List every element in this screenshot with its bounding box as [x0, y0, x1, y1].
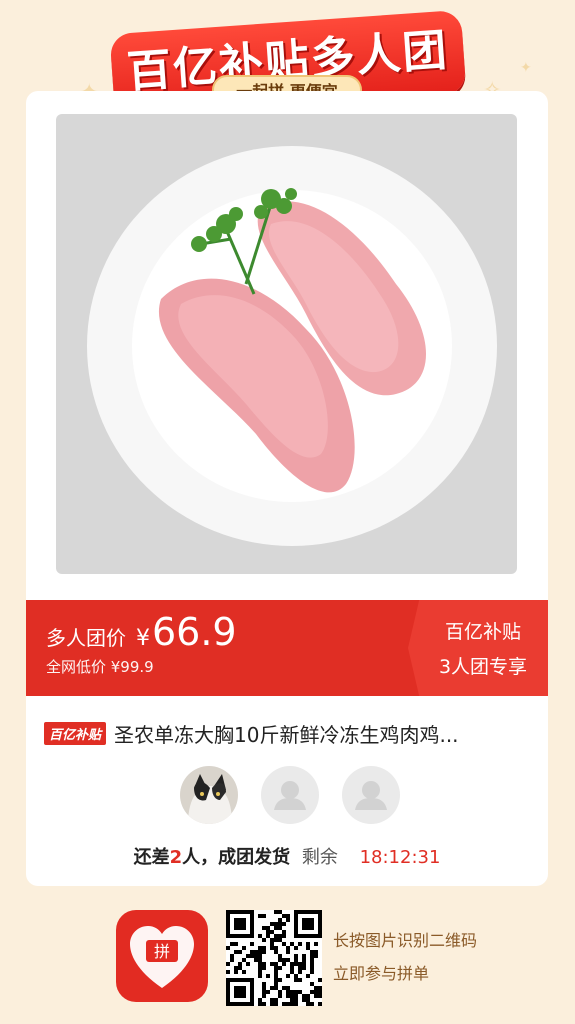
pinduoduo-logo: 拼 [116, 910, 208, 1002]
price-currency: ¥ [136, 626, 150, 651]
qr-hint: 长按图片识别二维码 立即参与拼单 [333, 924, 477, 990]
avatar [180, 766, 238, 824]
user-icon [355, 781, 387, 810]
user-icon [274, 781, 306, 810]
price-label: 多人团价 [46, 626, 126, 650]
sparkle-icon: ✦ [520, 60, 532, 76]
status-prefix: 还差 [133, 847, 170, 868]
product-card[interactable]: 多人团价 ¥ 66.9 全网低价 ¥99.9 百亿补贴 3人团专享 百亿补贴 圣… [26, 91, 548, 886]
product-title-row[interactable]: 百亿补贴 圣农单冻大胸10斤新鲜冷冻生鸡肉鸡... [44, 719, 534, 748]
missing-count: 2 [169, 847, 183, 868]
subsidy-badge: 百亿补贴 3人团专享 [408, 600, 548, 696]
subsidy-tag: 百亿补贴 [44, 722, 107, 745]
status-suffix: 人，成团发货 [182, 847, 291, 868]
product-image[interactable] [56, 114, 517, 574]
price-bar: 多人团价 ¥ 66.9 全网低价 ¥99.9 百亿补贴 3人团专享 [26, 600, 548, 696]
group-avatars [180, 766, 400, 824]
subsidy-badge-line1: 百亿补贴 [444, 621, 521, 643]
price-block: 多人团价 ¥ 66.9 全网低价 ¥99.9 [46, 610, 237, 677]
countdown-timer: 18:12:31 [359, 847, 441, 868]
empty-avatar-placeholder [342, 766, 400, 824]
empty-avatar-placeholder [261, 766, 319, 824]
original-price: 全网低价 ¥99.9 [46, 658, 154, 676]
qr-hint-line1: 长按图片识别二维码 [333, 931, 478, 950]
remaining-label: 剩余 [301, 847, 338, 868]
price-value: 66.9 [152, 610, 237, 654]
svg-text:拼: 拼 [154, 942, 170, 961]
group-status: 还差2人，成团发货 剩余 18:12:31 [26, 843, 548, 869]
product-title[interactable]: 圣农单冻大胸10斤新鲜冷冻生鸡肉鸡... [114, 719, 459, 748]
qr-code[interactable] [226, 910, 322, 1006]
qr-hint-line2: 立即参与拼单 [333, 964, 430, 983]
subsidy-badge-line2: 3人团专享 [438, 656, 528, 678]
